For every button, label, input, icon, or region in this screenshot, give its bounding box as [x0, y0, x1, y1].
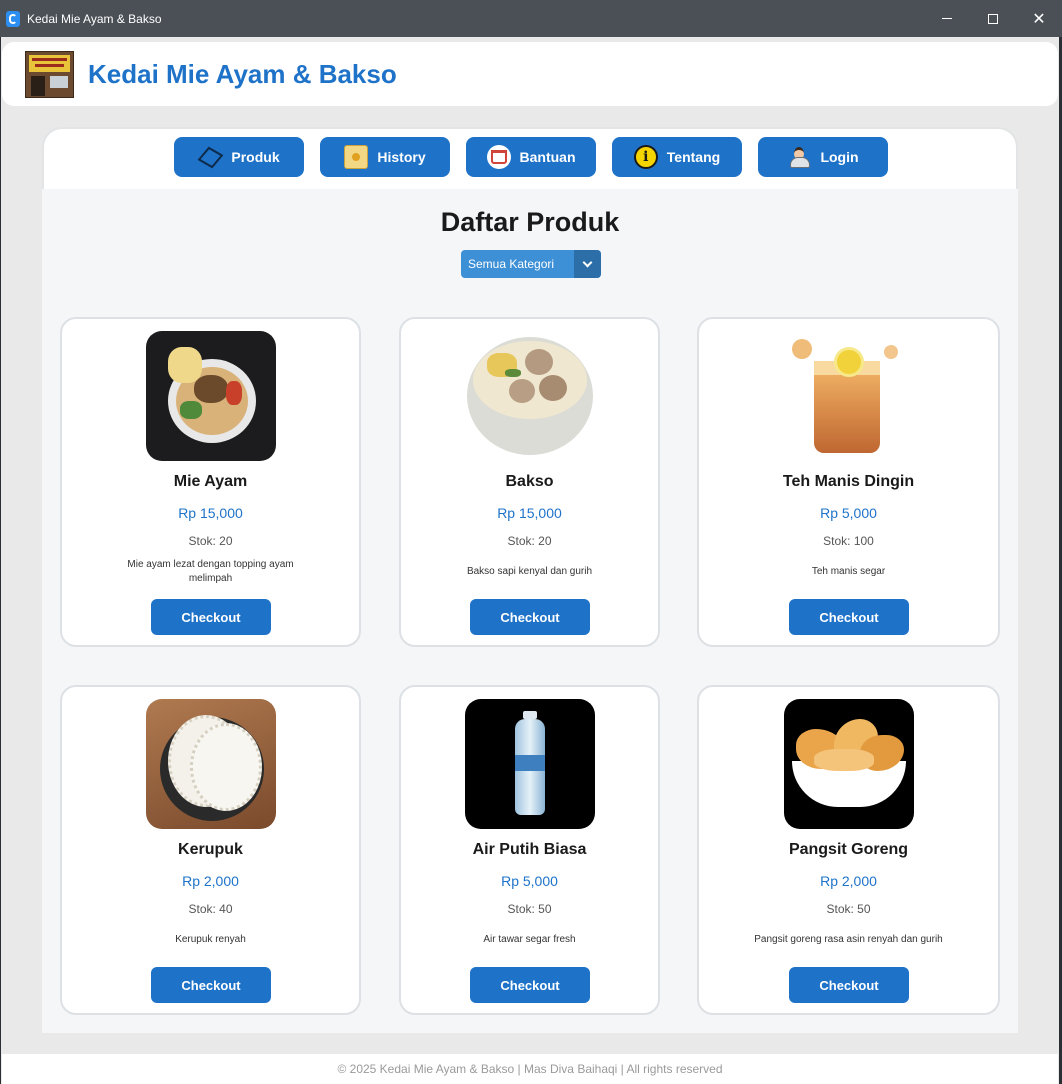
nav-history-button[interactable]: History: [320, 137, 450, 177]
info-icon: i: [633, 145, 658, 169]
footer-text: © 2025 Kedai Mie Ayam & Bakso | Mas Diva…: [337, 1062, 723, 1076]
product-description: Bakso sapi kenyal dan gurih: [466, 566, 593, 577]
product-price: Rp 2,000: [182, 873, 239, 889]
checkout-button[interactable]: Checkout: [470, 599, 590, 635]
product-description: Kerupuk renyah: [175, 934, 246, 945]
chevron-down-icon: [574, 250, 601, 278]
checkout-button[interactable]: Checkout: [470, 967, 590, 1003]
nav-label: Tentang: [666, 149, 721, 165]
product-price: Rp 5,000: [820, 505, 877, 521]
product-card: Teh Manis Dingin Rp 5,000 Stok: 100 Teh …: [697, 317, 1000, 647]
iced-tea-photo: [784, 331, 914, 461]
app-header: Kedai Mie Ayam & Bakso: [2, 42, 1058, 106]
maximize-icon: [988, 13, 998, 24]
category-select-value: Semua Kategori: [468, 257, 555, 271]
product-card: Kerupuk Rp 2,000 Stok: 40 Kerupuk renyah…: [60, 685, 361, 1015]
checkout-button[interactable]: Checkout: [789, 599, 909, 635]
mie-ayam-photo: [146, 331, 276, 461]
product-stock: Stok: 20: [507, 534, 552, 548]
close-icon: ✕: [1032, 9, 1046, 28]
checkout-button[interactable]: Checkout: [151, 967, 271, 1003]
kerupuk-photo: [146, 699, 276, 829]
app-client-area: Kedai Mie Ayam & Bakso Produk History Ba…: [1, 37, 1059, 1084]
product-card: Pangsit Goreng Rp 2,000 Stok: 50 Pangsit…: [697, 685, 1000, 1015]
category-select[interactable]: Semua Kategori: [461, 250, 601, 278]
product-stock: Stok: 50: [826, 902, 871, 916]
window-controls: ✕: [924, 0, 1062, 37]
product-description: Pangsit goreng rasa asin renyah dan guri…: [754, 934, 943, 945]
product-section: Daftar Produk Semua Kategori Mie Ayam Rp…: [42, 189, 1018, 1033]
bakso-photo: [465, 331, 595, 461]
maximize-button[interactable]: [970, 0, 1016, 37]
window-titlebar: Kedai Mie Ayam & Bakso ✕: [0, 0, 1062, 37]
product-stock: Stok: 20: [188, 534, 233, 548]
product-card: Air Putih Biasa Rp 5,000 Stok: 50 Air ta…: [399, 685, 660, 1015]
product-name: Air Putih Biasa: [472, 841, 587, 858]
app-icon: [6, 10, 20, 27]
pangsit-photo: [784, 699, 914, 829]
product-name: Bakso: [505, 473, 554, 490]
product-description: Air tawar segar fresh: [483, 934, 576, 945]
user-icon: [787, 145, 811, 169]
product-name: Pangsit Goreng: [788, 841, 909, 858]
product-price: Rp 15,000: [178, 505, 243, 521]
product-description: Mie ayam lezat dengan topping ayam melim…: [127, 559, 294, 584]
checkout-button[interactable]: Checkout: [789, 967, 909, 1003]
brand-title: Kedai Mie Ayam & Bakso: [88, 58, 397, 89]
product-name: Teh Manis Dingin: [782, 473, 915, 490]
product-price: Rp 5,000: [501, 873, 558, 889]
product-price: Rp 15,000: [497, 505, 562, 521]
product-name: Kerupuk: [178, 841, 243, 858]
cart-icon: [486, 145, 511, 169]
checkout-button[interactable]: Checkout: [151, 599, 271, 635]
product-card: Mie Ayam Rp 15,000 Stok: 20 Mie ayam lez…: [60, 317, 361, 647]
scroll-icon: [344, 145, 369, 169]
product-description: Teh manis segar: [811, 566, 886, 577]
page-title: Daftar Produk: [440, 207, 620, 237]
product-price: Rp 2,000: [820, 873, 877, 889]
nav-label: Login: [820, 149, 859, 165]
nav-label: Bantuan: [519, 149, 576, 165]
nav-login-button[interactable]: Login: [758, 137, 888, 177]
close-button[interactable]: ✕: [1016, 0, 1062, 37]
nav-produk-button[interactable]: Produk: [174, 137, 304, 177]
main-nav: Produk History Bantuan i Tentang Login: [42, 127, 1018, 189]
product-card: Bakso Rp 15,000 Stok: 20 Bakso sapi keny…: [399, 317, 660, 647]
product-stock: Stok: 40: [188, 902, 233, 916]
minimize-icon: [942, 18, 952, 19]
nav-label: Produk: [231, 149, 280, 165]
minimize-button[interactable]: [924, 0, 970, 37]
product-name: Mie Ayam: [173, 473, 248, 490]
nav-bantuan-button[interactable]: Bantuan: [466, 137, 596, 177]
product-stock: Stok: 50: [507, 902, 552, 916]
page-footer: © 2025 Kedai Mie Ayam & Bakso | Mas Diva…: [2, 1054, 1058, 1084]
box-icon: [197, 145, 224, 169]
nav-tentang-button[interactable]: i Tentang: [612, 137, 742, 177]
shop-logo: [25, 50, 74, 98]
nav-label: History: [377, 149, 426, 165]
window-title: Kedai Mie Ayam & Bakso: [27, 11, 162, 26]
product-stock: Stok: 100: [823, 534, 874, 548]
water-bottle-photo: [465, 699, 595, 829]
